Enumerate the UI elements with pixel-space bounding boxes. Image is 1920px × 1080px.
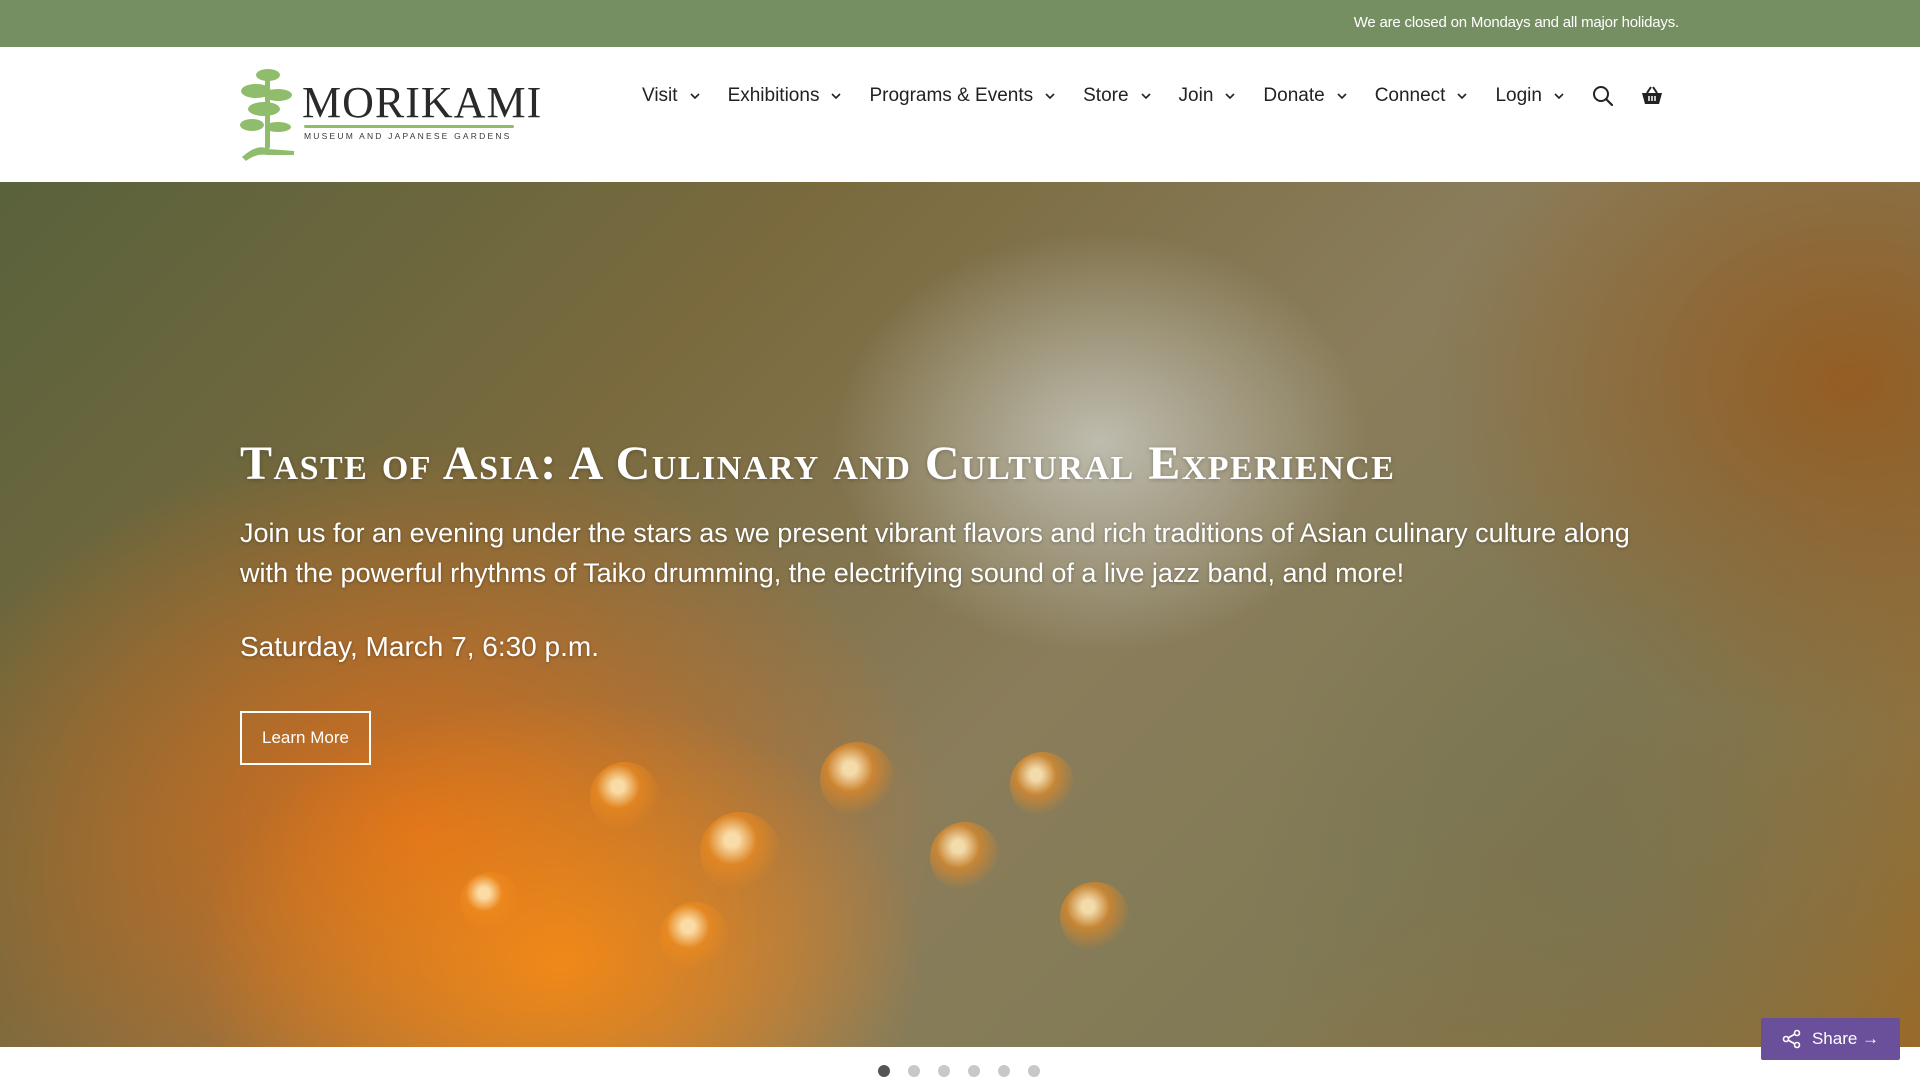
nav-item-connect[interactable]: Connect xyxy=(1375,85,1468,107)
chevron-down-icon xyxy=(1337,93,1347,100)
nav-item-label: Donate xyxy=(1263,85,1325,106)
nav-item-label: Connect xyxy=(1374,85,1446,106)
top-announcement-bar: We are closed on Mondays and all major h… xyxy=(0,0,1920,47)
logo-underline xyxy=(304,125,514,128)
chevron-down-icon xyxy=(1554,93,1564,100)
share-button[interactable]: Share → xyxy=(1761,1018,1900,1060)
logo-subtitle: MUSEUM AND JAPANESE GARDENS xyxy=(304,131,512,141)
hero-description: Join us for an evening under the stars a… xyxy=(240,518,1630,588)
nav-item-donate[interactable]: Donate xyxy=(1263,85,1347,107)
share-icon xyxy=(1782,1029,1802,1049)
hero-image-detail xyxy=(460,872,520,932)
event-date: Saturday, March 7, 6:30 p.m. xyxy=(240,631,599,662)
learn-more-button[interactable]: Learn More xyxy=(240,711,371,765)
chevron-down-icon xyxy=(1140,93,1151,100)
chevron-down-icon xyxy=(1045,93,1055,100)
hero-image-detail xyxy=(590,762,660,832)
nav-item-login[interactable]: Login xyxy=(1495,85,1564,107)
bonsai-logo-icon xyxy=(240,69,294,161)
nav-item-join[interactable]: Join xyxy=(1179,85,1236,107)
nav-item-programs-events[interactable]: Programs & Events xyxy=(869,85,1055,107)
hero-content: Taste of Asia: A Culinary and Cultural E… xyxy=(240,436,1680,765)
search-icon[interactable] xyxy=(1592,85,1614,107)
hero-image-detail xyxy=(660,902,730,972)
carousel-dot-2[interactable] xyxy=(908,1065,920,1077)
nav-item-label: Store xyxy=(1083,85,1129,106)
hero-image-detail xyxy=(930,822,1000,892)
chevron-down-icon xyxy=(831,93,842,100)
carousel-dot-5[interactable] xyxy=(998,1065,1010,1077)
hero-slide: Taste of Asia: A Culinary and Cultural E… xyxy=(0,182,1920,1047)
carousel-dot-3[interactable] xyxy=(938,1065,950,1077)
site-header: MORIKAMI MUSEUM AND JAPANESE GARDENS Vis… xyxy=(0,47,1920,182)
carousel-dot-6[interactable] xyxy=(1028,1065,1040,1077)
share-label: Share → xyxy=(1811,1029,1880,1048)
main-navigation: Visit Exhibitions Programs & Events Stor… xyxy=(642,85,1690,107)
nav-item-visit[interactable]: Visit xyxy=(642,85,700,107)
closure-notice: We are closed on Mondays and all major h… xyxy=(1353,14,1680,31)
nav-item-label: Join xyxy=(1178,85,1214,106)
logo-wordmark: MORIKAMI xyxy=(302,78,543,127)
nav-item-store[interactable]: Store xyxy=(1083,85,1151,107)
hero-image-detail xyxy=(700,812,780,892)
site-logo[interactable]: MORIKAMI MUSEUM AND JAPANESE GARDENS xyxy=(238,65,541,165)
nav-item-exhibitions[interactable]: Exhibitions xyxy=(728,85,842,107)
chevron-down-icon xyxy=(1225,93,1235,100)
nav-item-label: Exhibitions xyxy=(727,85,820,106)
nav-item-label: Visit xyxy=(642,85,678,106)
nav-item-label: Programs & Events xyxy=(869,85,1034,106)
chevron-down-icon xyxy=(1457,93,1468,100)
hero-title: Taste of Asia: A Culinary and Cultural E… xyxy=(240,437,1396,490)
basket-icon[interactable] xyxy=(1640,85,1664,107)
carousel-dots xyxy=(878,1065,1058,1077)
chevron-down-icon xyxy=(689,93,700,100)
nav-item-label: Login xyxy=(1495,85,1542,106)
hero-image-detail xyxy=(1060,882,1130,952)
carousel-dot-1[interactable] xyxy=(878,1065,890,1077)
carousel-dot-4[interactable] xyxy=(968,1065,980,1077)
